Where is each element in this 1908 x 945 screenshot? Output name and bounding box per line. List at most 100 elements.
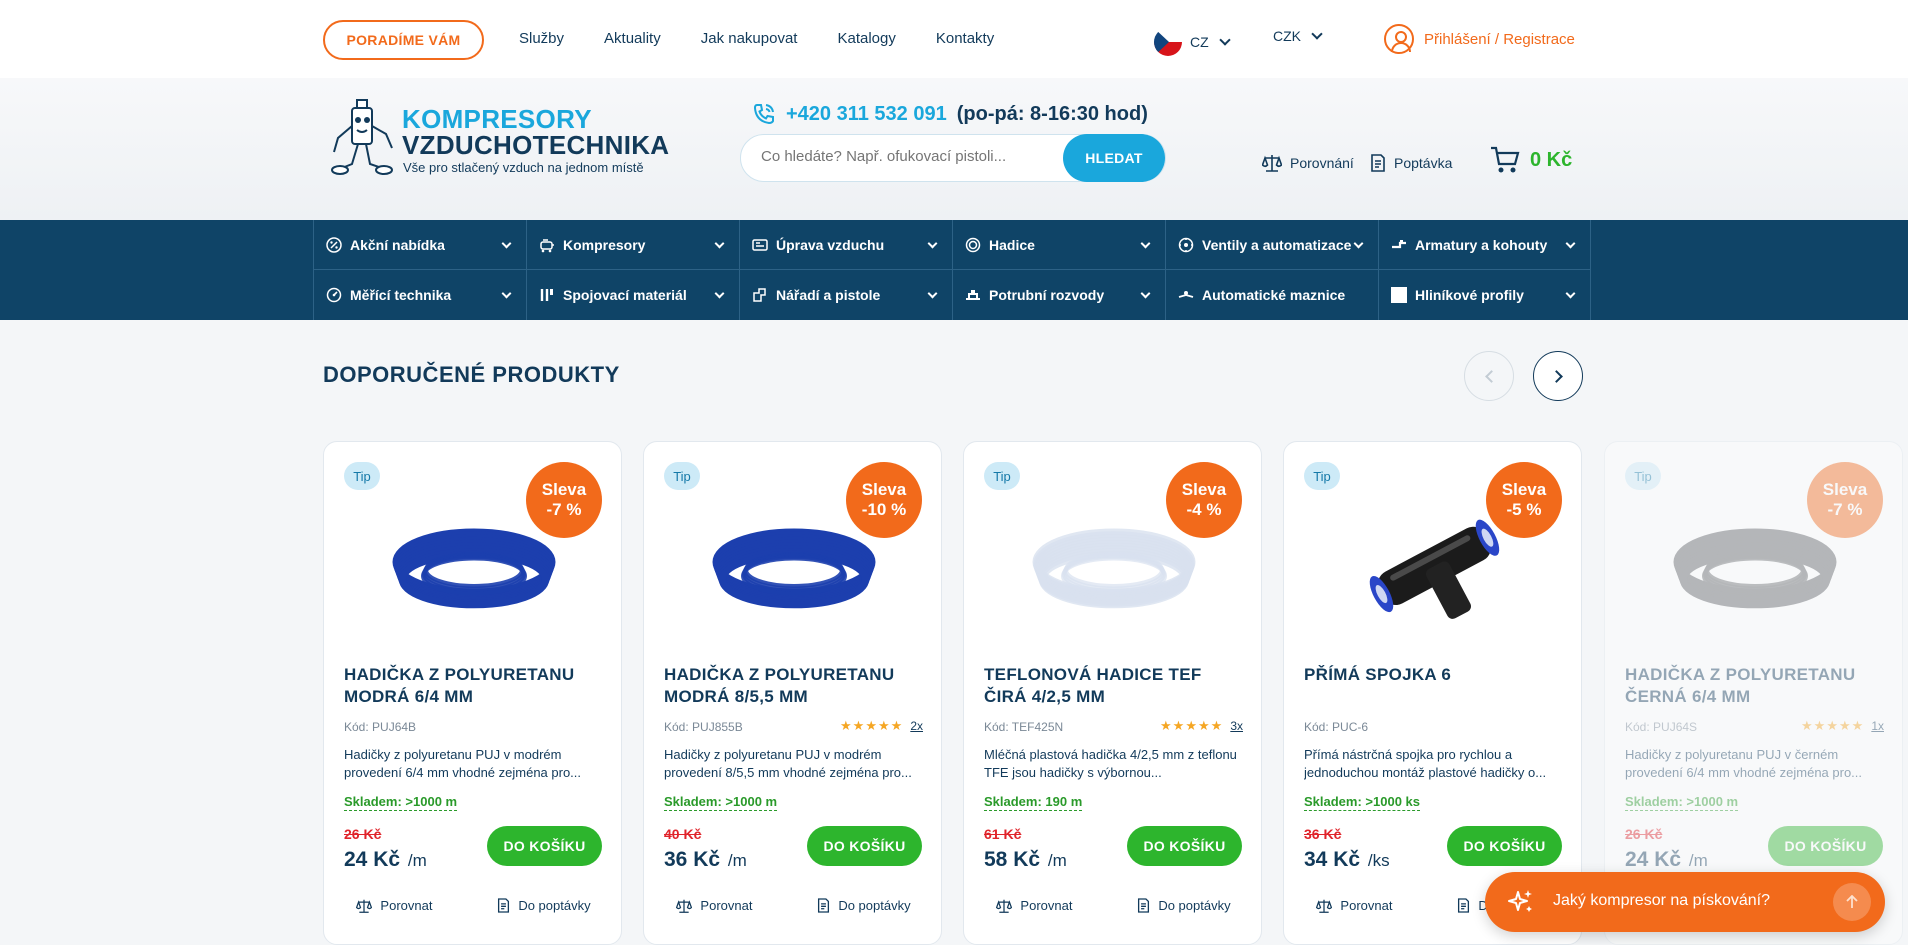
site-logo[interactable]: KOMPRESORY VZDUCHOTECHNIKA Vše pro stlač… [330,98,690,188]
compare-button[interactable]: Porovnat [1316,898,1392,913]
chevron-down-icon [927,238,938,249]
price-unit: /m [727,851,747,870]
search-input[interactable] [761,148,1061,165]
nav-link-catalogs[interactable]: Katalogy [837,30,895,47]
pipe-icon [966,290,980,300]
product-image[interactable] [1014,500,1214,630]
category-item[interactable]: Nářadí a pistole [739,270,952,320]
advice-button[interactable]: PORADÍME VÁM [323,20,484,60]
product-name[interactable]: HADIČKA Z POLYURETANU MODRÁ 8/5,5 MM [664,664,924,708]
product-rating: ★★★★★ 3x [1160,718,1243,734]
category-item[interactable]: Ventily a automatizace [1165,220,1378,270]
category-item[interactable]: Úprava vzduchu [739,220,952,270]
old-price: 40 Kč [664,826,702,842]
chevron-down-icon [1353,238,1364,249]
product-image[interactable] [1655,500,1855,630]
old-price: 26 Kč [1625,826,1663,842]
inquiry-link[interactable]: Poptávka [1370,154,1452,172]
chevron-down-icon [1140,238,1151,249]
product-card[interactable]: Tip Sleva -7 % HADIČKA Z POLYURETANU MODRÁ … [323,441,622,945]
compare-button[interactable]: Porovnat [996,898,1072,913]
chevron-down-icon [927,288,938,299]
review-count[interactable]: 2x [910,719,923,733]
category-item[interactable]: Armatury a kohouty [1378,220,1591,270]
add-to-cart-button[interactable]: DO KOŠÍKU [1127,826,1242,866]
product-image[interactable] [694,500,894,630]
tip-badge: Tip [664,462,700,490]
compare-button[interactable]: Porovnat [356,898,432,913]
chevron-down-icon [1565,288,1576,299]
product-card[interactable]: Tip Sleva -5 % PŘÍMÁ SPOJKA 6 Kód: PUC-6 Přím… [1283,441,1582,945]
product-name[interactable]: TEFLONOVÁ HADICE TEF ČIRÁ 4/2,5 MM [984,664,1244,708]
review-count[interactable]: 1x [1871,719,1884,733]
logo-text-line2: VZDUCHOTECHNIKA [402,130,670,160]
carousel-prev-button[interactable] [1464,351,1514,401]
phone-contact[interactable]: +420 311 532 091 (po-pá: 8-16:30 hod) [752,102,1148,126]
product-code: Kód: PUJ64B [344,720,417,734]
ai-chat-widget[interactable]: Jaký kompresor na pískování? [1485,872,1885,932]
product-card[interactable]: Tip Sleva -4 % TEFLONOVÁ HADICE TEF ČIRÁ 4/… [963,441,1262,945]
chevron-down-icon [1311,28,1323,40]
product-image[interactable] [1334,500,1534,630]
chevron-down-icon [501,288,512,299]
product-description: Hadičky z polyuretanu PUJ v modrém prove… [664,747,912,780]
login-link[interactable]: Přihlášení / Registrace [1384,24,1575,54]
category-item[interactable]: Automatické maznice [1165,270,1378,320]
currency-selector[interactable]: CZK [1273,28,1323,44]
review-count[interactable]: 3x [1230,719,1243,733]
add-to-cart-button[interactable]: DO KOŠÍKU [487,826,602,866]
chat-input-text[interactable]: Jaký kompresor na pískování? [1553,892,1770,910]
add-to-inquiry-button[interactable]: Do poptávky [497,898,591,913]
nav-link-how-to-buy[interactable]: Jak nakupovat [701,30,798,47]
product-card[interactable]: Tip Sleva -10 % HADIČKA Z POLYURETANU MODRÁ… [643,441,942,945]
category-label: Potrubní rozvody [989,287,1105,303]
add-to-cart-button[interactable]: DO KOŠÍKU [807,826,922,866]
price-unit: /ks [1367,851,1390,870]
header: KOMPRESORY VZDUCHOTECHNIKA Vše pro stlač… [0,78,1908,220]
category-item[interactable]: Hliníkové profily [1378,270,1591,320]
document-icon [818,898,830,913]
price-value: 34 Kč [1304,848,1361,871]
language-selector[interactable]: CZ [1154,28,1231,56]
category-label: Úprava vzduchu [776,236,885,253]
product-card[interactable]: Tip Sleva -7 % HADIČKA Z POLYURETANU ČERNÁ … [1604,441,1903,945]
search-button[interactable]: HLEDAT [1063,134,1165,182]
stock-status: Skladem: 190 m [984,794,1083,811]
product-rating: ★★★★★ 1x [1801,718,1884,734]
add-to-inquiry-button[interactable]: Do poptávky [817,898,911,913]
chat-send-button[interactable] [1833,883,1871,921]
add-to-cart-button[interactable]: DO KOŠÍKU [1447,826,1562,866]
czech-flag-icon [1154,28,1182,56]
nav-link-contacts[interactable]: Kontakty [936,30,994,47]
product-name[interactable]: HADIČKA Z POLYURETANU MODRÁ 6/4 MM [344,664,604,708]
language-label: CZ [1190,34,1209,50]
product-description: Hadičky z polyuretanu PUJ v černém prove… [1625,747,1863,780]
cart-button[interactable]: 0 Kč [1490,146,1572,174]
logo-tagline: Vše pro stlačený vzduch na jednom místě [403,160,644,175]
profile-icon [1391,287,1407,303]
carousel-next-button[interactable] [1533,351,1583,401]
nav-link-services[interactable]: Služby [519,30,564,47]
category-item[interactable]: Kompresory [526,220,739,270]
product-image[interactable] [374,500,574,630]
category-item[interactable]: Hadice [952,220,1165,270]
air-treatment-icon [752,238,768,251]
product-name[interactable]: HADIČKA Z POLYURETANU ČERNÁ 6/4 MM [1625,664,1885,708]
compare-link[interactable]: Porovnání [1262,154,1354,172]
product-name[interactable]: PŘÍMÁ SPOJKA 6 [1304,664,1564,686]
category-item[interactable]: Akční nabídka [313,220,526,270]
user-icon [1384,24,1414,54]
compare-button[interactable]: Porovnat [676,898,752,913]
compare-label: Porovnat [1340,898,1393,913]
category-item[interactable]: Spojovací materiál [526,270,739,320]
add-to-cart-button[interactable]: DO KOŠÍKU [1768,826,1883,866]
gauge-icon [326,287,342,303]
add-to-inquiry-button[interactable]: Do poptávky [1137,898,1231,913]
product-price: 58 Kč /m [984,848,1067,872]
discount-icon [326,236,342,253]
nav-link-news[interactable]: Aktuality [604,30,661,47]
category-item[interactable]: Potrubní rozvody [952,270,1165,320]
connector-icon [540,289,553,301]
category-item[interactable]: Měřící technika [313,270,526,320]
tool-icon [753,288,766,302]
